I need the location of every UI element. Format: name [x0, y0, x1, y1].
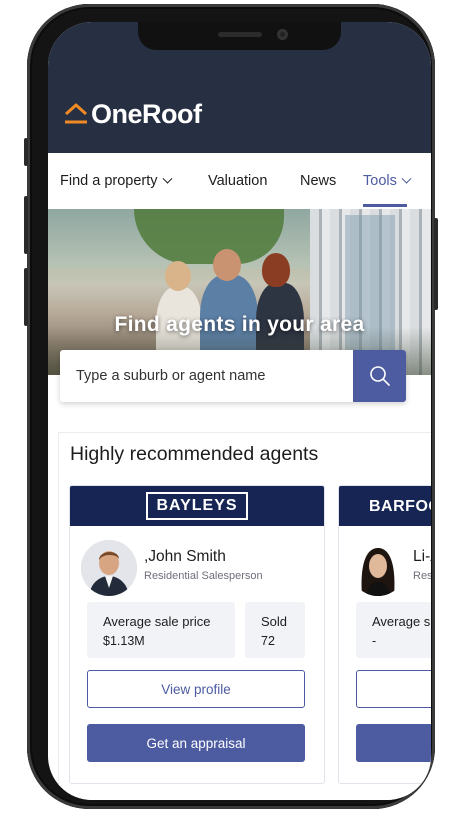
stat-value: - — [372, 634, 377, 648]
agency-banner: BARFOO — [339, 486, 431, 526]
stat-sold: Sold 72 — [245, 602, 305, 658]
get-appraisal-button[interactable]: Get an appraisal — [87, 724, 305, 762]
search-icon — [369, 366, 390, 386]
chevron-down-icon — [162, 173, 172, 184]
view-profile-button[interactable]: View profile — [87, 670, 305, 708]
main-nav: Find a property Valuation News Tools — [48, 153, 431, 210]
nav-valuation[interactable]: Valuation — [208, 173, 267, 189]
agency-logo: BARFOO — [369, 498, 431, 515]
stat-label: Average sale price — [103, 614, 211, 629]
nav-active-indicator — [363, 204, 407, 207]
volume-up-button — [24, 196, 28, 254]
mute-switch — [24, 138, 28, 166]
stat-value: $1.13M — [103, 634, 145, 648]
oneroof-logo[interactable]: OneRoof — [64, 98, 202, 130]
front-camera — [277, 29, 288, 40]
agent-photo — [81, 540, 137, 596]
agent-card[interactable]: BAYLEYS ,John Smith Residential Salesper… — [69, 485, 325, 784]
agent-card[interactable]: BARFOO Li-A Res Average s - V Ge — [338, 485, 431, 784]
speaker-grille — [218, 32, 262, 37]
stat-value: 72 — [261, 634, 275, 648]
search-input[interactable] — [60, 350, 350, 402]
agency-banner: BAYLEYS — [70, 486, 324, 526]
get-appraisal-button[interactable]: Ge — [356, 724, 431, 762]
agency-logo: BAYLEYS — [146, 492, 248, 520]
agent-photo — [350, 540, 406, 596]
stat-average-sale-price: Average sale price $1.13M — [87, 602, 235, 658]
hero-person-agent-head — [262, 253, 290, 287]
nav-tools[interactable]: Tools — [363, 173, 412, 189]
chevron-down-icon — [401, 173, 412, 184]
nav-item-label: Valuation — [208, 173, 268, 189]
avatar — [350, 540, 406, 596]
logo-text: OneRoof — [91, 98, 202, 129]
agent-name: ,John Smith — [144, 548, 226, 565]
stat-label: Average s — [372, 614, 431, 629]
roof-logo-icon — [64, 103, 88, 124]
section-title: Highly recommended agents — [70, 443, 319, 465]
hero-person-woman-head — [165, 261, 191, 291]
stat-label: Sold — [261, 614, 288, 629]
nav-item-label: Find a property — [60, 173, 158, 189]
nav-news[interactable]: News — [300, 173, 336, 189]
view-profile-button[interactable]: V — [356, 670, 431, 708]
agent-name: Li-A — [413, 548, 431, 565]
phone-screen: OneRoof Find a property Valuation News T… — [48, 22, 431, 800]
hero-person-man-head — [213, 249, 241, 281]
search-button[interactable] — [353, 350, 406, 402]
side-button — [434, 218, 438, 310]
volume-down-button — [24, 268, 28, 326]
hero-title: Find agents in your area — [114, 313, 365, 336]
nav-item-label: Tools — [363, 173, 397, 189]
avatar — [81, 540, 137, 596]
nav-find-a-property[interactable]: Find a property — [60, 173, 172, 189]
stat-average-sale-price: Average s - — [356, 602, 431, 658]
nav-item-label: News — [300, 173, 337, 189]
notch — [138, 22, 341, 50]
agent-role: Residential Salesperson — [144, 570, 263, 582]
agent-role: Res — [413, 570, 431, 582]
agent-search-bar — [60, 350, 406, 402]
